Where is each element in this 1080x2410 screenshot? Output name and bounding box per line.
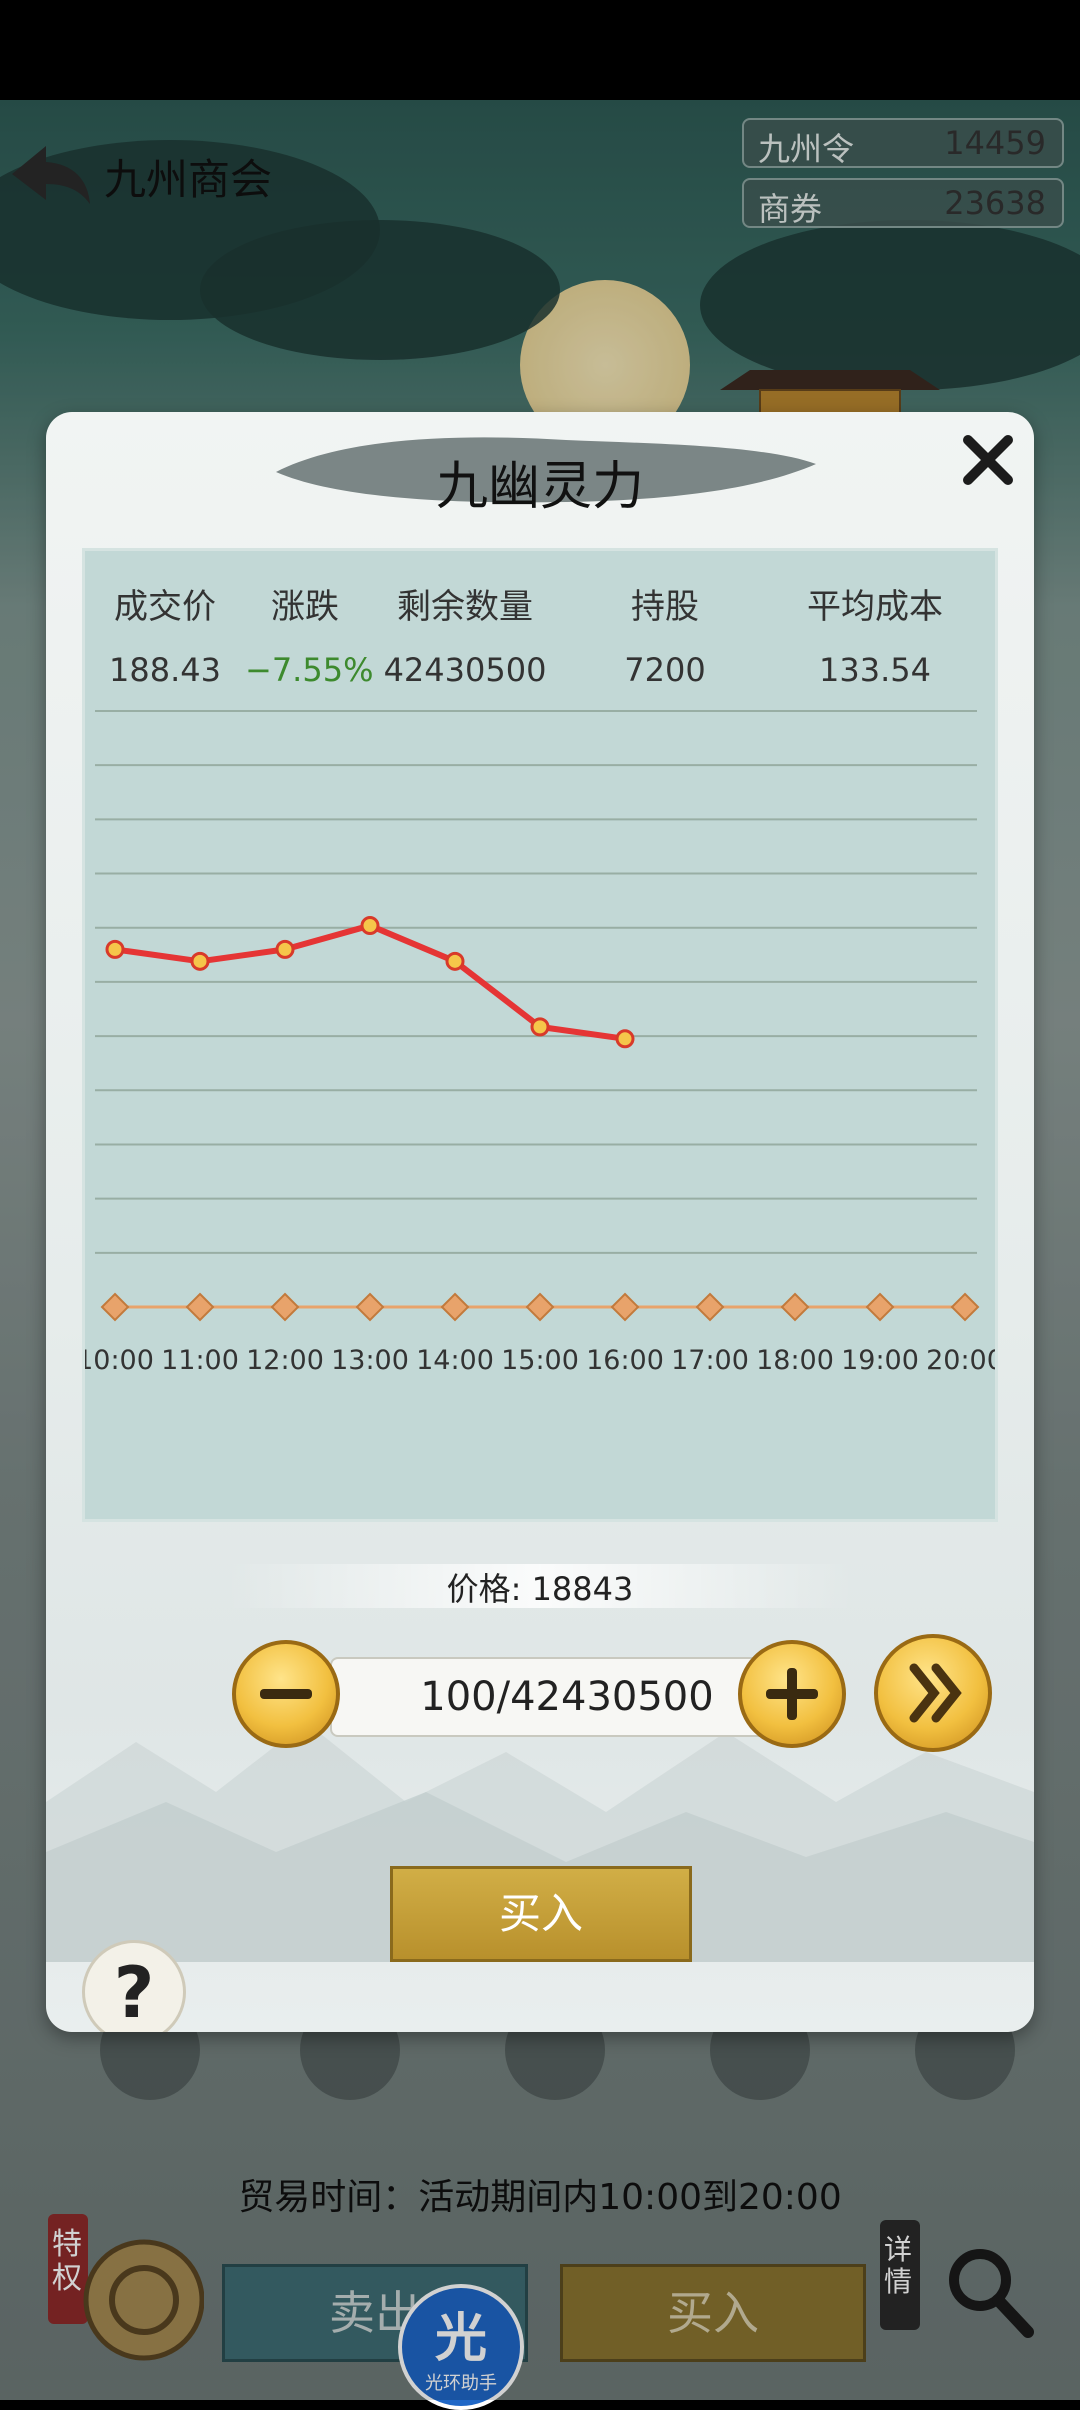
chart-tick-marker <box>950 1292 980 1322</box>
chart-tick-marker <box>355 1292 385 1322</box>
buy-button[interactable]: 买入 <box>390 1866 692 1962</box>
chart-tick-label: 13:00 <box>331 1345 409 1376</box>
chart-tick-marker <box>865 1292 895 1322</box>
chart-data-point <box>275 939 295 959</box>
chart-tick-label: 15:00 <box>501 1345 579 1376</box>
price-line-chart: 10:0011:0012:0013:0014:0015:0016:0017:00… <box>85 710 995 1376</box>
trade-dialog: 九幽灵力 成交价 涨跌 剩余数量 持股 平均成本 188.43 −7.55% 4… <box>46 412 1034 2032</box>
decrease-button[interactable] <box>232 1640 340 1748</box>
dialog-title: 九幽灵力 <box>435 457 644 517</box>
chart-tick-marker <box>440 1292 470 1322</box>
chart-tick-marker <box>100 1292 130 1322</box>
chart-tick-label: 20:00 <box>926 1345 995 1376</box>
chart-data-point <box>530 1017 550 1037</box>
chart-data-point <box>105 939 125 959</box>
max-quantity-button[interactable] <box>874 1634 992 1752</box>
price-label: 价格: 18843 <box>446 1570 634 1608</box>
chart-tick-marker <box>270 1292 300 1322</box>
status-bar <box>0 0 1080 100</box>
close-icon[interactable] <box>960 432 1016 488</box>
chart-data-point <box>445 951 465 971</box>
chart-data-point <box>360 916 380 936</box>
chart-tick-label: 17:00 <box>671 1345 749 1376</box>
chart-tick-marker <box>695 1292 725 1322</box>
chart-tick-label: 12:00 <box>246 1345 324 1376</box>
chart-tick-marker <box>185 1292 215 1322</box>
increase-button[interactable] <box>738 1640 846 1748</box>
chart-tick-label: 14:00 <box>416 1345 494 1376</box>
chart-tick-marker <box>610 1292 640 1322</box>
chart-data-point <box>190 951 210 971</box>
chart-tick-label: 11:00 <box>161 1345 239 1376</box>
minus-icon <box>260 1689 312 1699</box>
chart-tick-marker <box>780 1292 810 1322</box>
quantity-field[interactable]: 100/42430500 <box>330 1657 804 1737</box>
market-panel: 成交价 涨跌 剩余数量 持股 平均成本 188.43 −7.55% 424305… <box>82 548 998 1522</box>
chart-tick-label: 16:00 <box>586 1345 664 1376</box>
chart-data-point <box>615 1029 635 1049</box>
chart-tick-label: 10:00 <box>85 1345 154 1376</box>
plus-icon <box>766 1668 818 1720</box>
chart-tick-label: 19:00 <box>841 1345 919 1376</box>
double-chevron-right-icon <box>909 1663 962 1723</box>
chart-tick-marker <box>525 1292 555 1322</box>
chart-tick-label: 18:00 <box>756 1345 834 1376</box>
